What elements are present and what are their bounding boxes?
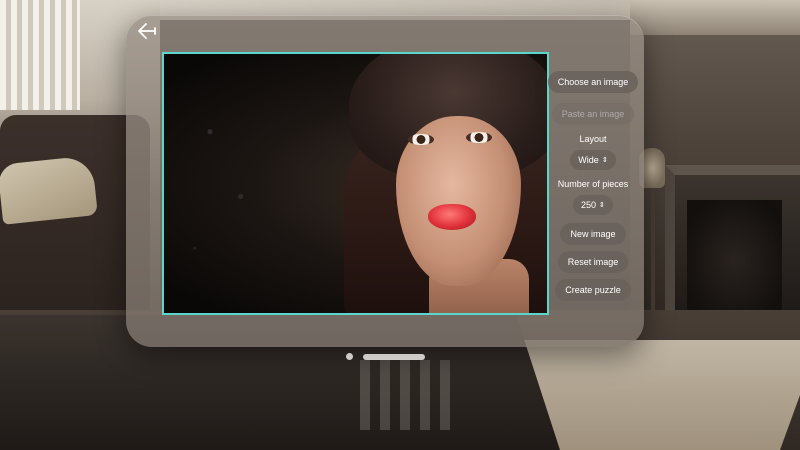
window-grab-bar[interactable] xyxy=(363,354,425,360)
image-preview xyxy=(162,52,549,315)
create-puzzle-button[interactable]: Create puzzle xyxy=(555,279,631,301)
choose-image-button[interactable]: Choose an image xyxy=(547,71,639,93)
reset-image-button[interactable]: Reset image xyxy=(557,251,629,273)
window-close-dot[interactable] xyxy=(346,353,353,360)
photo-right-eye xyxy=(466,132,492,143)
new-image-button[interactable]: New image xyxy=(560,223,626,245)
paste-image-button[interactable]: Paste an image xyxy=(551,103,635,125)
photo-lips xyxy=(428,204,476,230)
fireplace-opening xyxy=(687,200,782,320)
pieces-value: 250 xyxy=(581,200,597,210)
layout-picker[interactable]: Wide ⇕ xyxy=(570,150,616,170)
room-window-blinds xyxy=(0,0,80,110)
pieces-picker[interactable]: 250 ⇕ xyxy=(573,195,613,215)
photo-left-eye xyxy=(408,134,434,145)
chevron-up-down-icon: ⇕ xyxy=(598,201,606,209)
chevron-up-down-icon: ⇕ xyxy=(601,156,608,164)
doorframe xyxy=(630,0,800,35)
layout-value: Wide xyxy=(578,155,599,165)
table-reflection xyxy=(360,360,450,430)
layout-label: Layout xyxy=(579,134,607,144)
puzzle-app-window: Choose an image Paste an image Layout Wi… xyxy=(126,15,644,347)
pieces-label: Number of pieces xyxy=(557,179,629,189)
pillow xyxy=(0,155,98,225)
back-button[interactable] xyxy=(136,20,158,42)
back-arrow-icon xyxy=(138,23,156,39)
control-panel: Choose an image Paste an image Layout Wi… xyxy=(547,71,639,301)
